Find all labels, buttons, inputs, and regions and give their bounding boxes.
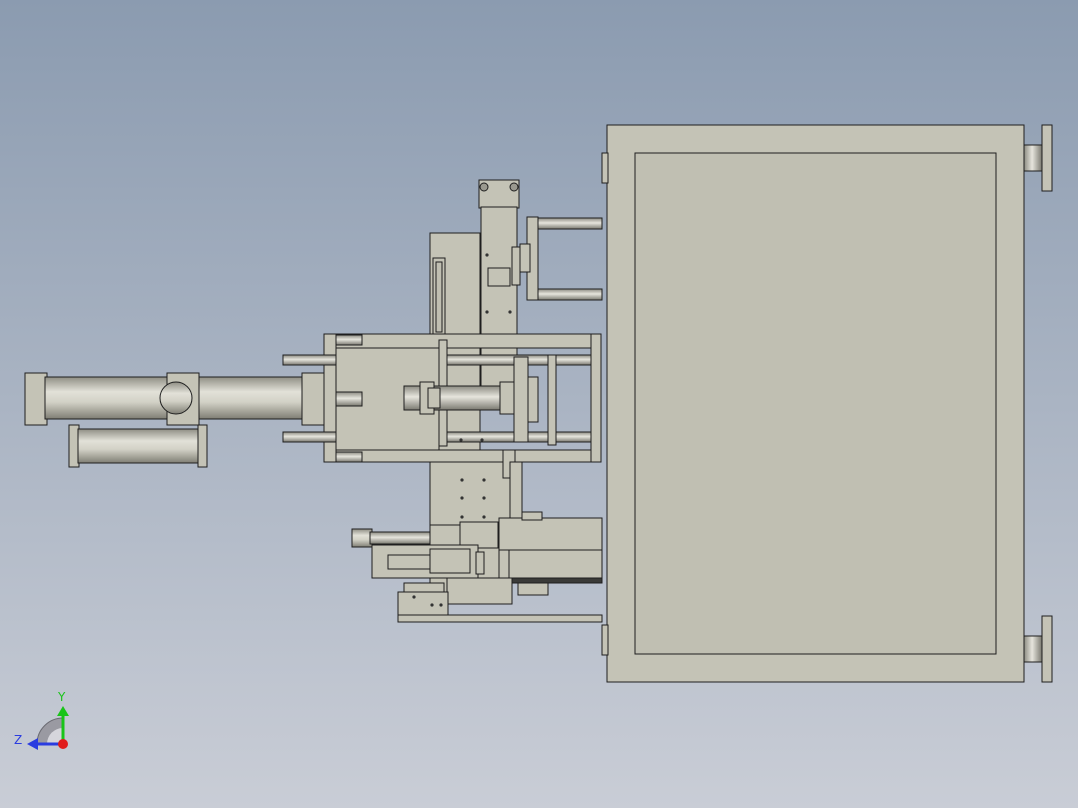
- top-bolt-left: [479, 182, 489, 192]
- shaft-right-plate: [547, 354, 557, 446]
- z-axis-label: Z: [14, 733, 22, 747]
- shaft-left-stub: [335, 391, 363, 407]
- column-slot-inner: [435, 261, 443, 333]
- coordinate-triad: Y Z: [14, 690, 69, 750]
- cylinder-port: [159, 381, 193, 415]
- frame-right-end: [590, 333, 602, 463]
- slide-table-stop: [475, 551, 485, 575]
- base-hole-1: [460, 478, 464, 482]
- lower-housing-side: [498, 549, 510, 581]
- frame-bottom-bar: [323, 449, 602, 463]
- lower-housing-foot: [517, 582, 549, 596]
- base-hole-3: [460, 496, 464, 500]
- small-cylinder[interactable]: [351, 521, 499, 549]
- bottom-plate-block: [446, 577, 513, 605]
- plate-hole-1: [459, 438, 463, 442]
- lower-housing-body: [508, 549, 603, 579]
- cylinder-rod-housing: [198, 376, 305, 420]
- enclosure-tab-top: [601, 152, 609, 184]
- upper-bracket-clamp: [519, 243, 531, 273]
- lower-housing-strip: [508, 577, 603, 584]
- mount-hole-3: [439, 603, 443, 607]
- shaft-coupler-right: [499, 381, 515, 415]
- frame-top-bar: [323, 333, 602, 349]
- shaft-nut: [427, 387, 441, 409]
- upper-bracket[interactable]: [519, 216, 603, 301]
- enclosure-tab-bottom: [601, 624, 609, 656]
- frame-bushing-bottom: [335, 451, 363, 463]
- main-cylinder[interactable]: [24, 372, 325, 426]
- shaft-end-plate: [513, 356, 529, 443]
- frame-bushing-top: [335, 334, 363, 346]
- enclosure-box[interactable]: [601, 124, 1025, 683]
- top-bolt-right: [509, 182, 519, 192]
- y-axis-head: [57, 706, 69, 716]
- lower-housing[interactable]: [498, 511, 603, 596]
- slider-stop: [511, 246, 521, 286]
- slider-hole-3: [508, 310, 512, 314]
- cad-viewport[interactable]: Y Z: [0, 0, 1078, 808]
- small-cylinder-cap: [351, 528, 373, 548]
- slide-table-carriage: [429, 548, 471, 574]
- upper-bracket-rod-top: [537, 217, 603, 230]
- base-hole-4: [482, 496, 486, 500]
- cylinder-mount: [301, 372, 325, 426]
- base-side-block: [509, 461, 523, 519]
- shaft-end-cap: [527, 376, 539, 423]
- bottom-plate[interactable]: [397, 577, 603, 623]
- slider-hole-2: [485, 310, 489, 314]
- base-hole-2: [482, 478, 486, 482]
- small-cylinder-head: [429, 524, 461, 546]
- base-hole-6: [482, 515, 486, 519]
- slide-table[interactable]: [371, 544, 485, 579]
- lower-housing-lug: [521, 511, 543, 521]
- x-axis-dot: [58, 739, 68, 749]
- lower-housing-top: [498, 517, 603, 551]
- y-axis-label: Y: [57, 690, 66, 704]
- small-cylinder-block: [459, 521, 499, 549]
- enclosure-panel: [634, 152, 997, 655]
- mounting-flange-top[interactable]: [1023, 124, 1053, 192]
- mount-hole-1: [412, 595, 416, 599]
- cylinder-end-cap: [24, 372, 48, 426]
- z-axis-head: [27, 738, 38, 750]
- secondary-cylinder-barrel: [77, 428, 200, 464]
- frame-left-end: [323, 333, 337, 463]
- slider-hole-1: [485, 253, 489, 257]
- upper-bracket-rod-bottom: [537, 288, 603, 301]
- slider-bracket: [487, 267, 511, 287]
- secondary-cylinder[interactable]: [68, 424, 208, 468]
- small-cylinder-rod: [369, 531, 431, 545]
- plate-hole-2: [480, 438, 484, 442]
- bottom-long-bar: [397, 614, 603, 623]
- base-hole-5: [460, 515, 464, 519]
- cylinder-barrel: [44, 376, 171, 420]
- secondary-cylinder-cap-right: [197, 424, 208, 468]
- mounting-flange-bottom[interactable]: [1023, 615, 1053, 683]
- mount-hole-2: [430, 603, 434, 607]
